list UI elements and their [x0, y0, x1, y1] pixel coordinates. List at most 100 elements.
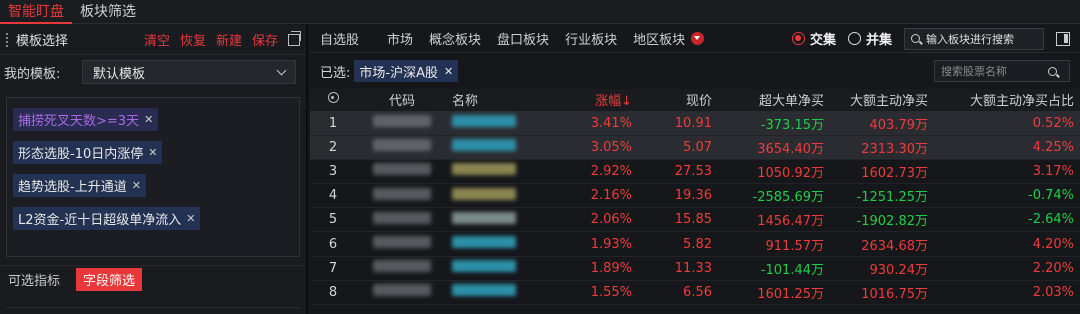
column-header-code[interactable]: 代码 [356, 89, 448, 112]
super-net-cell: -101.44万 [718, 256, 830, 281]
stock-table: 代码 名称 涨幅↓ 现价 超大单净买 大额主动净买 大额主动净买占比 1 3.41… [310, 89, 1080, 306]
template-select[interactable]: 默认模板 [82, 60, 296, 84]
change-cell: 3.41% [548, 111, 638, 136]
indicator-search-strip[interactable] [6, 307, 300, 314]
row-index: 8 [310, 280, 356, 306]
big-active-net-cell: 1602.73万 [830, 159, 934, 185]
stock-list-panel: 自选股 市场 概念板块 盘口板块 行业板块 地区板块 交集 并集 输入板块进行搜… [310, 25, 1080, 314]
category-concept[interactable]: 概念板块 [429, 29, 481, 48]
radio-intersection[interactable]: 交集 [791, 29, 836, 48]
clear-button[interactable]: 清空 [144, 30, 170, 49]
stock-code [356, 256, 448, 281]
redacted-name [452, 211, 516, 224]
category-handicap[interactable]: 盘口板块 [497, 29, 549, 48]
column-header-name[interactable]: 名称 [448, 89, 548, 112]
condition-tag-label: 趋势选股-上升通道 [18, 180, 127, 195]
price-cell: 19.36 [638, 183, 718, 209]
save-button[interactable]: 保存 [252, 30, 278, 49]
redacted-name [452, 139, 516, 152]
selected-bar: 已选: 市场-沪深A股 ✕ 搜索股票名称 [310, 53, 1080, 89]
big-active-ratio-cell: 2.03% [934, 280, 1080, 306]
sector-search-input[interactable]: 输入板块进行搜索 [904, 27, 1044, 50]
big-active-ratio-cell: 4.25% [934, 135, 1080, 160]
settings-icon [327, 92, 339, 104]
redacted-name [452, 115, 516, 128]
price-cell: 27.53 [638, 159, 718, 185]
column-header-super-net[interactable]: 超大单净买 [718, 89, 830, 112]
redacted-code [373, 115, 431, 128]
restore-button[interactable]: 恢复 [180, 30, 206, 49]
condition-tag[interactable]: 趋势选股-上升通道 ✕ [13, 174, 146, 197]
table-row[interactable]: 2 3.05% 5.07 3654.40万 2313.30万 4.25% [310, 135, 1080, 160]
stock-name [448, 207, 548, 233]
template-panel-title: 模板选择 [16, 34, 69, 49]
big-active-ratio-cell: 2.20% [934, 256, 1080, 281]
condition-tag[interactable]: 形态选股-10日内涨停 ✕ [13, 141, 163, 164]
radio-union[interactable]: 并集 [847, 29, 892, 48]
stock-name [448, 183, 548, 209]
redacted-code [373, 163, 431, 176]
big-active-ratio-cell: 3.17% [934, 159, 1080, 185]
super-net-cell: -2585.69万 [718, 183, 830, 209]
category-watchlist[interactable]: 自选股 [320, 29, 359, 48]
tab-smart-watch[interactable]: 智能盯盘 [0, 0, 72, 24]
column-header-price[interactable]: 现价 [638, 89, 718, 112]
big-active-net-cell: 403.79万 [830, 111, 934, 136]
tab-sector-filter[interactable]: 板块筛选 [72, 0, 144, 24]
category-market[interactable]: 市场 [387, 29, 413, 48]
new-button[interactable]: 新建 [216, 30, 242, 49]
close-icon[interactable]: ✕ [186, 212, 195, 225]
stock-name [448, 256, 548, 281]
condition-tag-box: 捕捞死叉天数>=3天 ✕ 形态选股-10日内涨停 ✕ 趋势选股-上升通道 ✕ L2资金… [6, 97, 300, 257]
stock-name [448, 159, 548, 185]
super-net-cell: 3654.40万 [718, 135, 830, 160]
price-cell: 11.33 [638, 256, 718, 281]
column-settings[interactable] [310, 89, 356, 112]
stock-code [356, 111, 448, 136]
tab-optional-indicators[interactable]: 可选指标 [8, 270, 60, 289]
redacted-code [373, 236, 431, 249]
big-active-net-cell: 930.24万 [830, 256, 934, 281]
close-icon[interactable]: ✕ [148, 146, 157, 159]
tab-field-filter[interactable]: 字段筛选 [76, 268, 143, 291]
condition-tag[interactable]: 捕捞死叉天数>=3天 ✕ [13, 108, 159, 131]
price-cell: 10.91 [638, 111, 718, 136]
stock-code [356, 207, 448, 233]
table-row[interactable]: 8 1.55% 6.56 1601.25万 1016.75万 2.03% [310, 280, 1080, 306]
search-icon [911, 34, 920, 43]
column-header-big-active-ratio[interactable]: 大额主动净买占比 [934, 89, 1080, 112]
stock-search-input[interactable]: 搜索股票名称 [934, 60, 1070, 82]
table-row[interactable]: 4 2.16% 19.36 -2585.69万 -1251.25万 -0.74% [310, 183, 1080, 209]
stock-name [448, 135, 548, 160]
change-cell: 1.55% [548, 280, 638, 306]
change-cell: 1.89% [548, 256, 638, 281]
table-row[interactable]: 7 1.89% 11.33 -101.44万 930.24万 2.20% [310, 256, 1080, 281]
table-row[interactable]: 3 2.92% 27.53 1050.92万 1602.73万 3.17% [310, 159, 1080, 185]
table-row[interactable]: 5 2.06% 15.85 1456.47万 -1902.82万 -2.64% [310, 207, 1080, 233]
table-row[interactable]: 1 3.41% 10.91 -373.15万 403.79万 0.52% [310, 111, 1080, 136]
big-active-net-cell: 1016.75万 [830, 280, 934, 306]
drag-handle-icon[interactable] [6, 32, 10, 47]
redacted-code [373, 211, 431, 224]
change-cell: 1.93% [548, 231, 638, 257]
close-icon[interactable]: ✕ [144, 113, 153, 126]
more-categories-icon[interactable] [691, 32, 705, 45]
category-industry[interactable]: 行业板块 [565, 29, 617, 48]
stock-name [448, 231, 548, 257]
panel-toggle-icon[interactable] [1056, 31, 1070, 46]
redacted-name [452, 284, 516, 297]
selected-market-tag[interactable]: 市场-沪深A股 ✕ [354, 60, 459, 82]
column-header-big-active-net[interactable]: 大额主动净买 [830, 89, 934, 112]
big-active-ratio-cell: -2.64% [934, 207, 1080, 233]
row-index: 4 [310, 183, 356, 209]
copy-icon[interactable] [288, 30, 301, 46]
redacted-code [373, 260, 431, 273]
condition-tag[interactable]: L2资金-近十日超级单净流入 ✕ [13, 207, 201, 230]
category-region[interactable]: 地区板块 [633, 29, 685, 48]
close-icon[interactable]: ✕ [132, 179, 141, 192]
big-active-net-cell: -1902.82万 [830, 207, 934, 233]
column-header-change[interactable]: 涨幅↓ [548, 89, 638, 112]
close-icon[interactable]: ✕ [444, 65, 453, 78]
redacted-name [452, 163, 516, 176]
table-row[interactable]: 6 1.93% 5.82 911.57万 2634.68万 4.20% [310, 231, 1080, 257]
